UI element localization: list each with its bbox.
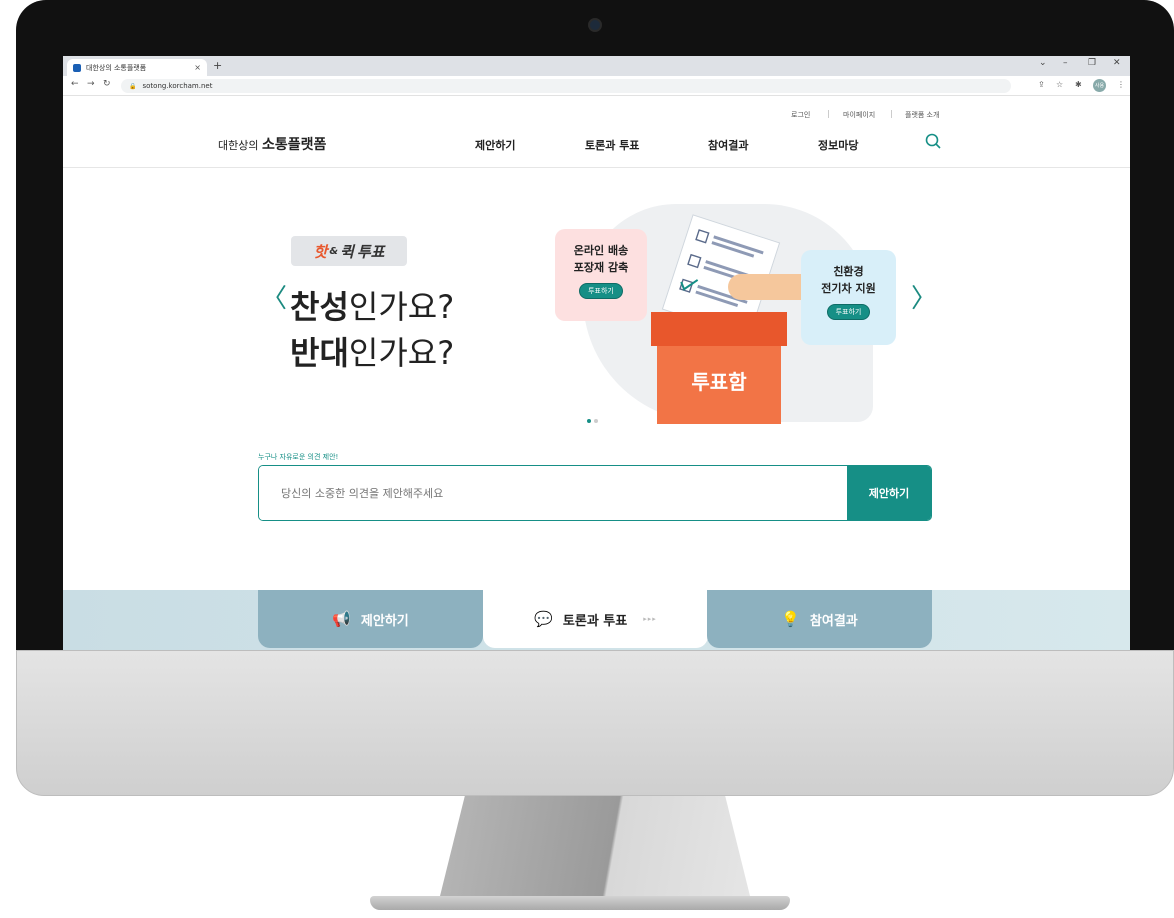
tab-title: 대한상의 소통플랫폼 [86, 63, 147, 72]
badge-amp: & [329, 245, 339, 257]
address-bar[interactable]: 🔒 sotong.korcham.net [121, 79, 1011, 93]
logo-name: 소통플랫폼 [261, 137, 327, 153]
vote-button[interactable]: 투표하기 [826, 304, 871, 320]
card-title: 포장재 감축 [573, 261, 629, 274]
more-arrows-icon: ▸▸▸ [643, 615, 657, 623]
profile-avatar[interactable]: 사용 [1093, 79, 1106, 92]
carousel-dots [587, 408, 601, 427]
ballot-box-lid [651, 312, 787, 346]
window-close-icon[interactable]: ✕ [1113, 58, 1121, 68]
propose-button[interactable]: 제안하기 [847, 466, 931, 520]
favicon-icon [73, 63, 81, 72]
headline-bold: 반대 [290, 334, 349, 372]
minimize-icon[interactable]: – [1063, 58, 1068, 68]
lightbulb-icon: 💡 [781, 610, 800, 628]
tab-label: 제안하기 [360, 613, 409, 629]
chat-bubble-icon: 💬 [534, 610, 553, 628]
chevron-down-icon[interactable]: ⌄ [1039, 58, 1047, 68]
forward-icon[interactable]: → [87, 79, 95, 89]
browser-tab[interactable]: 대한상의 소통플랫폼 × [67, 59, 207, 76]
vote-card-packaging: 온라인 배송 포장재 감축 투표하기 [555, 229, 647, 321]
screen: 대한상의 소통플랫폼 × + ⌄ – ❐ ✕ ← → ↻ 🔒 sotong.ko… [63, 56, 1130, 650]
back-icon[interactable]: ← [71, 79, 79, 89]
mypage-link[interactable]: 마이페이지 [843, 110, 875, 120]
browser-toolbar: ← → ↻ 🔒 sotong.korcham.net ⇪ ☆ ✱ 사용 ⋮ [63, 76, 1130, 96]
tab-debate-vote[interactable]: 💬 토론과 투표 ▸▸▸ [483, 590, 708, 648]
carousel-prev-icon[interactable]: 〈 [261, 278, 287, 315]
hero-headline: 찬성인가요? 반대인가요? [290, 284, 454, 376]
proposal-input[interactable] [259, 466, 848, 520]
url-text: sotong.korcham.net [142, 82, 213, 90]
tab-results[interactable]: 💡 참여결과 [707, 590, 932, 648]
badge-text: 퀵 [340, 242, 354, 261]
webcam [590, 20, 600, 30]
vote-card-ev: 친환경 전기차 지원 투표하기 [801, 250, 896, 345]
badge-text: 투표 [356, 242, 385, 261]
search-icon[interactable] [925, 133, 941, 149]
divider [828, 110, 829, 118]
headline-bold: 찬성 [290, 288, 349, 326]
card-title: 친환경 [833, 265, 864, 278]
site-logo[interactable]: 대한상의 소통플랫폼 [218, 134, 326, 154]
nav-info[interactable]: 정보마당 [818, 137, 858, 153]
bookmark-star-icon[interactable]: ☆ [1056, 80, 1063, 89]
monitor-chin [16, 650, 1174, 796]
reload-icon[interactable]: ↻ [103, 79, 111, 89]
vote-button[interactable]: 투표하기 [579, 283, 623, 299]
close-icon[interactable]: × [194, 63, 201, 72]
tab-label: 토론과 투표 [562, 613, 628, 629]
proposal-form: 제안하기 [258, 465, 932, 521]
share-icon[interactable]: ⇪ [1038, 80, 1045, 89]
monitor-stand [440, 796, 750, 896]
hot-quick-vote-badge: 핫 & 퀵 투표 [291, 236, 407, 266]
logo-prefix: 대한상의 [218, 139, 259, 152]
lock-icon: 🔒 [129, 82, 137, 90]
browser-tabbar: 대한상의 소통플랫폼 × + ⌄ – ❐ ✕ [63, 56, 1130, 76]
carousel-next-icon[interactable]: 〉 [911, 278, 937, 315]
nav-results[interactable]: 참여결과 [708, 137, 748, 153]
carousel-dot[interactable] [594, 419, 598, 423]
platform-intro-link[interactable]: 플랫폼 소개 [905, 110, 939, 120]
new-tab-button[interactable]: + [213, 59, 222, 72]
card-title: 온라인 배송 [573, 244, 629, 257]
header-divider [63, 167, 1130, 168]
hand-illustration [728, 274, 808, 300]
headline-text: 인가요? [348, 334, 455, 372]
restore-icon[interactable]: ❐ [1088, 58, 1096, 68]
carousel-dot-active[interactable] [587, 419, 591, 423]
tab-label: 참여결과 [809, 613, 858, 629]
proposal-label: 누구나 자유로운 의견 제안! [258, 453, 339, 461]
monitor-base [370, 896, 790, 910]
menu-kebab-icon[interactable]: ⋮ [1117, 80, 1125, 89]
nav-propose[interactable]: 제안하기 [475, 137, 515, 153]
login-link[interactable]: 로그인 [791, 110, 810, 120]
nav-debate-vote[interactable]: 토론과 투표 [585, 137, 639, 153]
megaphone-icon: 📢 [332, 610, 351, 628]
card-title: 전기차 지원 [821, 282, 876, 295]
headline-text: 인가요? [348, 288, 455, 326]
tab-propose[interactable]: 📢 제안하기 [258, 590, 483, 648]
ballot-box-label: 투표함 [691, 370, 747, 394]
extensions-icon[interactable]: ✱ [1075, 80, 1082, 89]
badge-text: 핫 [313, 242, 328, 261]
divider [891, 110, 892, 118]
